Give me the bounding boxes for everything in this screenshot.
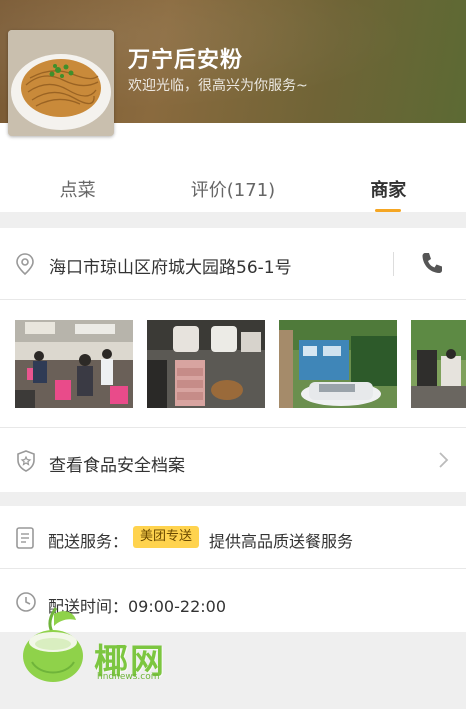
food-safety-row[interactable]: 查看食品安全档案 (0, 428, 466, 492)
restaurant-interior-photo[interactable] (15, 320, 133, 408)
section-divider (0, 492, 466, 506)
address-row[interactable]: 海口市琼山区府城大园路56-1号 (0, 228, 466, 300)
location-pin-icon (14, 252, 36, 280)
storefront-photo[interactable] (279, 320, 397, 408)
kitchen-photo[interactable] (147, 320, 265, 408)
address-text: 海口市琼山区府城大园路56-1号 (49, 258, 292, 278)
section-divider (0, 212, 466, 228)
phone-icon[interactable] (419, 250, 445, 280)
coconut-logo-icon (20, 604, 90, 692)
vertical-divider (393, 252, 394, 276)
delivery-description: 提供高品质送餐服务 (209, 532, 354, 551)
tab-reviews[interactable]: 评价(171) (155, 150, 310, 212)
shield-icon (15, 449, 37, 477)
shop-name: 万宁后安粉 (128, 48, 244, 73)
delivery-service-row: 配送服务： 美团专送 提供高品质送餐服务 (0, 506, 466, 569)
delivery-service-label: 配送服务： (48, 532, 129, 551)
tab-order[interactable]: 点菜 (0, 150, 155, 212)
chevron-right-icon (437, 451, 449, 473)
street-photo[interactable] (411, 320, 466, 408)
tab-merchant[interactable]: 商家 (311, 150, 466, 212)
delivery-badge: 美团专送 (133, 526, 200, 548)
shop-logo-image (8, 30, 114, 136)
document-icon (15, 526, 35, 554)
shop-photos-strip[interactable] (0, 300, 466, 428)
food-safety-label: 查看食品安全档案 (49, 456, 185, 476)
shop-welcome-text: 欢迎光临，很高兴为你服务~ (128, 78, 308, 94)
tab-bar: 点菜 评价(171) 商家 (0, 150, 466, 212)
watermark-url: hndnews.com (97, 672, 160, 682)
